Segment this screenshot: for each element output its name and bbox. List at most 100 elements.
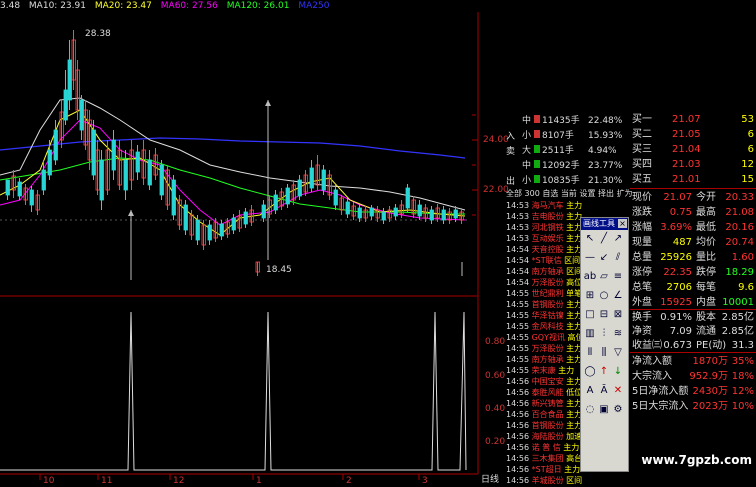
date-axis: 10 11 12 1 2 3 xyxy=(0,474,478,487)
stat-label: 涨停 xyxy=(632,267,652,278)
trade-stock-name: 天音控股 xyxy=(531,245,567,254)
candle-body xyxy=(285,187,290,205)
trade-stock-name: 三木集团 xyxy=(531,454,567,463)
trade-alert-row[interactable]: 14:55 南方轴承 主力 xyxy=(506,354,582,365)
toolbox-title-bar[interactable]: 画线工具 × xyxy=(581,218,628,230)
date-tick: 2 xyxy=(346,476,352,486)
segment-icon[interactable]: — xyxy=(583,251,597,265)
trade-alert-row[interactable]: 14:53 互动娱乐 主力 xyxy=(506,233,582,244)
trade-alert-row[interactable]: 14:55 世纪鼎利 单笔 xyxy=(506,288,582,299)
tab-300[interactable]: 300 xyxy=(525,189,540,198)
hide-icon[interactable]: ◌ xyxy=(583,403,597,417)
time-zone-icon[interactable]: ⫼ xyxy=(597,346,611,360)
fundamental-row: 换手 0.91% 股本 2.85亿 xyxy=(632,310,756,325)
indicator-tick-040: 0.40 xyxy=(485,404,506,414)
angle-icon[interactable]: ∠ xyxy=(611,289,625,303)
trade-stock-name: 万泽股份 xyxy=(531,344,567,353)
tab-all[interactable]: 全部 xyxy=(506,189,522,198)
trade-alert-row[interactable]: 14:53 海马汽车 主力买入 6.11/36 xyxy=(506,200,582,211)
kline-chart[interactable] xyxy=(0,0,506,487)
candle-body xyxy=(453,209,458,219)
trade-alert-row[interactable]: 14:53 吉电股份 主力 xyxy=(506,211,582,222)
trade-alert-row[interactable]: 14:54 *ST联信 区间 xyxy=(506,255,580,266)
trade-alert-row[interactable]: 14:56 百合食品 主力 xyxy=(506,409,582,420)
order-size-row: 小 8107手 15.93% xyxy=(522,129,622,144)
daily-period-tab[interactable]: 日线 xyxy=(478,474,502,487)
indicator-tick-060: 0.60 xyxy=(485,371,506,381)
settings-icon[interactable]: ⚙ xyxy=(611,403,625,417)
arrow-line-icon[interactable]: ↙ xyxy=(597,251,611,265)
stat-label: 跌停 xyxy=(696,267,716,278)
trade-alert-row[interactable]: 14:54 天音控股 主力 xyxy=(506,244,582,255)
ray-icon[interactable]: ↗ xyxy=(611,232,625,246)
side-label-in: 入 xyxy=(506,132,516,142)
toolbox-grid: ↖ ╱ ↗ — ↙ ⫽ ab ▱ ≡ ⊞ ○ ∠ □ ⊟ ⊠ ▥ ⫶ ≋ ⫴ ⫼ ▽ ◯ ↑ ↓ A Ā ✕ ◌ ▣ ⚙ xyxy=(583,232,626,468)
trade-stock-name: 河北钢铁 xyxy=(531,223,567,232)
cycle-icon[interactable]: ⫴ xyxy=(583,346,597,360)
flow-value: 2430万 xyxy=(692,386,728,397)
close-icon[interactable]: × xyxy=(618,219,627,228)
candle-body xyxy=(405,187,410,209)
candle-body xyxy=(393,207,398,217)
order-size-row: 小 10835手 21.30% xyxy=(522,174,622,189)
candle-body xyxy=(29,189,34,206)
ellipse-icon[interactable]: ◯ xyxy=(583,365,597,379)
delete-icon[interactable]: ✕ xyxy=(611,384,625,398)
parallel-icon[interactable]: ⫽ xyxy=(611,251,625,265)
rect-icon[interactable]: □ xyxy=(583,308,597,322)
trade-alert-row[interactable]: 14:54 万泽股份 高位 xyxy=(506,277,582,288)
bid-level-label: 买四 xyxy=(632,159,652,170)
cursor-icon[interactable]: ↖ xyxy=(583,232,597,246)
fan-icon[interactable]: ⫶ xyxy=(597,327,611,341)
bid-level-row: 买二 21.05 6 xyxy=(632,127,756,142)
trade-alert-row[interactable]: 14:56 *ST超日 主力 xyxy=(506,464,580,475)
grid-icon[interactable]: ⊠ xyxy=(611,308,625,322)
down-arrow-icon[interactable]: ↓ xyxy=(611,365,625,379)
trade-alert-row[interactable]: 14:56 首钢股份 主力 xyxy=(506,420,582,431)
tab-settings[interactable]: 设置 xyxy=(579,189,595,198)
trade-alert-row[interactable]: 14:55 万泽股份 主力 xyxy=(506,343,582,354)
text-a-icon[interactable]: A xyxy=(583,384,597,398)
bid-level-qty: 12 xyxy=(741,159,754,170)
trade-alert-row[interactable]: 14:55 荣末康 主力 xyxy=(506,365,574,376)
trade-alert-row[interactable]: 14:54 南方轴承 区间 xyxy=(506,266,582,277)
tab-current[interactable]: 当前 xyxy=(561,189,577,198)
trade-alert-row[interactable]: 14:56 羊城股份 区间 xyxy=(506,475,582,486)
channel-icon[interactable]: ▱ xyxy=(597,270,611,284)
trade-alert-row[interactable]: 14:55 首钢股份 主力 xyxy=(506,299,582,310)
trade-alert-list[interactable]: 14:53 海马汽车 主力买入 6.11/3614:53 吉电股份 主力14:5… xyxy=(506,200,582,487)
bars-icon[interactable]: ▥ xyxy=(583,327,597,341)
trade-action: 区间 xyxy=(564,256,581,265)
trade-alert-row[interactable]: 14:56 三木集团 高台 xyxy=(506,453,582,464)
trade-alert-row[interactable]: 14:55 华泽钴镍 主力 xyxy=(506,310,582,321)
date-tick: 12 xyxy=(173,476,185,486)
drawing-toolbox[interactable]: 画线工具 × ↖ ╱ ↗ — ↙ ⫽ ab ▱ ≡ ⊞ ○ ∠ □ ⊟ ⊠ ▥ ⫶ ≋ ⫴ ⫼ ▽ ◯ ↑ ↓ A Ā ✕ ◌ ▣ ⚙ xyxy=(580,217,629,472)
trade-alert-row[interactable]: 14:53 河北钢铁 主力 xyxy=(506,222,582,233)
bid-level-row: 买五 21.01 15 xyxy=(632,172,756,187)
trade-alert-row[interactable]: 14:55 金风科技 主力 xyxy=(506,321,582,332)
line-icon[interactable]: ╱ xyxy=(597,232,611,246)
trade-alert-row[interactable]: 14:56 中国宝安 主力 xyxy=(506,376,582,387)
text-icon[interactable]: ab xyxy=(583,270,597,284)
capital-flow-row: 5日大宗流入 2023万 10% xyxy=(632,399,756,414)
bid-level-price: 21.01 xyxy=(672,174,701,185)
gann-icon[interactable]: ⊞ xyxy=(583,289,597,303)
trade-alert-row[interactable]: 14:56 泰胜风能 低位 xyxy=(506,387,582,398)
trade-alert-row[interactable]: 14:56 海陆股份 加速 xyxy=(506,431,582,442)
speed-line-icon[interactable]: ≋ xyxy=(611,327,625,341)
price-channel-icon[interactable]: ⊟ xyxy=(597,308,611,322)
up-arrow-icon[interactable]: ↑ xyxy=(597,365,611,379)
tab-watchlist[interactable]: 自选 xyxy=(542,189,558,198)
fib-icon[interactable]: ≡ xyxy=(611,270,625,284)
trade-alert-row[interactable]: 14:56 诺 普 信 主力 xyxy=(506,442,579,453)
indicator-tick-020: 0.20 xyxy=(485,437,506,447)
save-icon[interactable]: ▣ xyxy=(597,403,611,417)
trade-alert-row[interactable]: 14:55 GQY视讯 高位 xyxy=(506,332,582,343)
trade-alert-row[interactable]: 14:56 新兴铸管 主力 xyxy=(506,398,582,409)
text-box-icon[interactable]: Ā xyxy=(597,384,611,398)
fund-label: 收益㈢ xyxy=(632,340,662,351)
circle-icon[interactable]: ○ xyxy=(597,289,611,303)
trade-time: 14:54 xyxy=(506,267,532,276)
triangle-icon[interactable]: ▽ xyxy=(611,346,625,360)
tab-filter[interactable]: 择出 xyxy=(598,189,614,198)
